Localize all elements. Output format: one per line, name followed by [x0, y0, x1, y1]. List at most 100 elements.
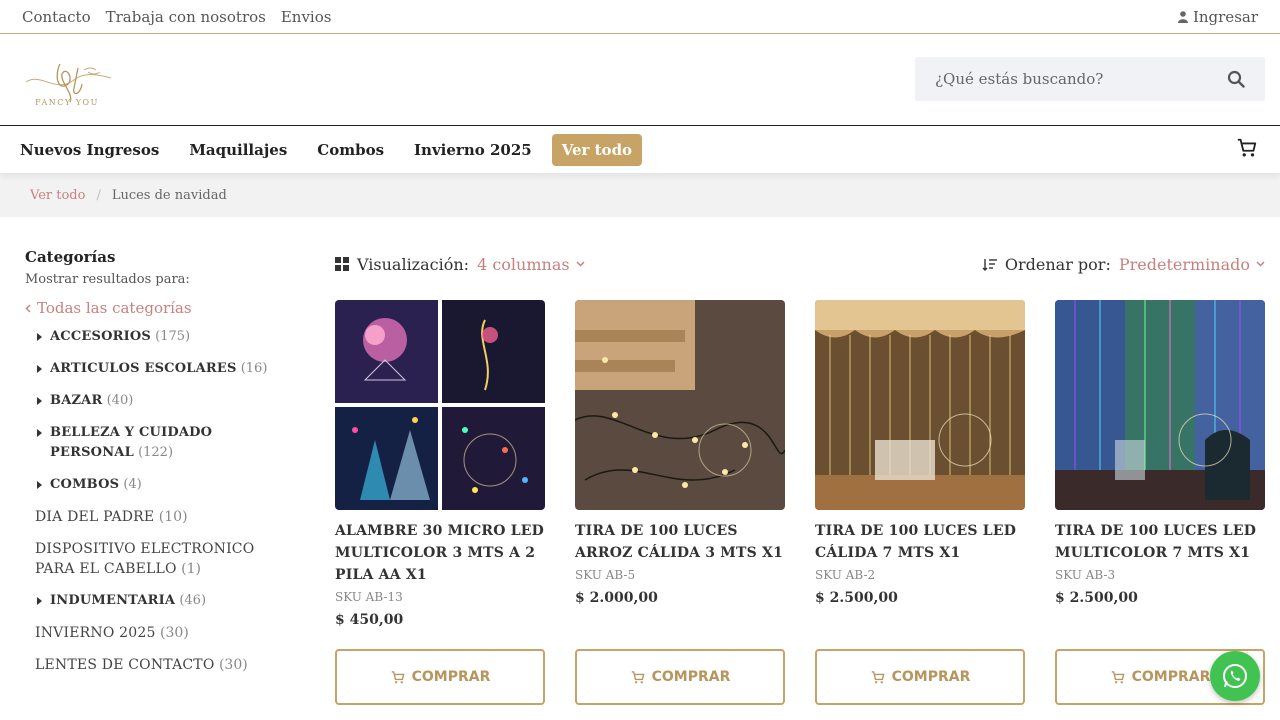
search-icon[interactable] [1227, 70, 1245, 88]
view-all-button[interactable]: Ver todo [551, 133, 643, 166]
search-box [915, 57, 1265, 101]
category-count: (46) [179, 593, 207, 608]
product-price: $ 2.500,00 [815, 590, 898, 606]
category-count: (122) [138, 445, 174, 460]
login-link[interactable]: Ingresar [1177, 7, 1258, 26]
product-price: $ 450,00 [335, 612, 404, 628]
cart-icon [1111, 670, 1125, 683]
login-label: Ingresar [1192, 7, 1258, 26]
breadcrumb-current: Luces de navidad [111, 187, 227, 203]
category-count: (1) [181, 561, 202, 577]
product-title[interactable]: TIRA DE 100 LUCES ARROZ CÁLIDA 3 MTS X1 [575, 520, 785, 564]
product-sku: SKU AB-3 [1055, 568, 1116, 582]
category-name: INDUMENTARIA [50, 593, 176, 608]
caret-right-icon[interactable] [25, 359, 50, 373]
product-image[interactable] [335, 300, 545, 510]
buy-button[interactable]: COMPRAR [335, 649, 545, 705]
sidebar-item-dispositivo[interactable]: DISPOSITIVO ELECTRONICO PARA EL CABELLO … [25, 539, 295, 579]
caret-right-icon[interactable] [25, 423, 50, 437]
product-sku: SKU AB-2 [815, 568, 876, 582]
nav-item-makeup[interactable]: Maquillajes [189, 141, 287, 159]
brand-logo[interactable]: FANCY YOU [16, 54, 118, 110]
product-sku: SKU AB-13 [335, 590, 403, 604]
product-title[interactable]: TIRA DE 100 LUCES LED CÁLIDA 7 MTS X1 [815, 520, 1025, 564]
breadcrumb-root-link[interactable]: Ver todo [30, 188, 85, 203]
shipping-link[interactable]: Envios [281, 8, 332, 26]
view-dropdown[interactable]: 4 columnas [477, 255, 585, 274]
sort-label: Ordenar por: [1004, 254, 1111, 274]
breadcrumb: Ver todo / Luces de navidad [0, 173, 1280, 217]
category-name: ARTICULOS ESCOLARES [50, 361, 237, 376]
caret-right-icon[interactable] [25, 327, 50, 341]
search-input[interactable] [935, 70, 1227, 88]
product-image[interactable] [575, 300, 785, 510]
product-toolbar: Visualización: 4 columnas Ordenar por: P… [335, 252, 1265, 276]
contact-link[interactable]: Contacto [22, 8, 91, 26]
category-count: (175) [155, 329, 191, 344]
buy-button-label: COMPRAR [651, 669, 731, 685]
sidebar-item-belleza[interactable]: BELLEZA Y CUIDADO PERSONAL (122) [25, 423, 295, 463]
sidebar-item-combos[interactable]: COMBOS (4) [25, 475, 295, 495]
category-count: (16) [240, 361, 268, 376]
user-icon [1177, 10, 1188, 23]
nav-item-combos[interactable]: Combos [317, 141, 384, 159]
buy-button-label: COMPRAR [1131, 669, 1211, 685]
category-name: DIA DEL PADRE [35, 509, 155, 525]
category-name: COMBOS [50, 477, 120, 492]
top-links: Contacto Trabaja con nosotros Envios [22, 8, 331, 26]
category-name: DISPOSITIVO ELECTRONICO PARA EL CABELLO [35, 541, 255, 577]
all-categories-link[interactable]: Todas las categorías [25, 299, 295, 317]
sort-selector: Ordenar por: Predeterminado [982, 255, 1265, 274]
product-image[interactable] [815, 300, 1025, 510]
caret-right-icon[interactable] [25, 475, 50, 489]
caret-right-icon[interactable] [25, 391, 50, 405]
category-count: (30) [218, 657, 248, 673]
category-count: (40) [106, 393, 134, 408]
product-title[interactable]: ALAMBRE 30 MICRO LED MULTICOLOR 3 MTS A … [335, 520, 545, 586]
product-price: $ 2.000,00 [575, 590, 658, 606]
sidebar-item-articulos-escolares[interactable]: ARTICULOS ESCOLARES (16) [25, 359, 295, 379]
sidebar-item-bazar[interactable]: BAZAR (40) [25, 391, 295, 411]
work-with-us-link[interactable]: Trabaja con nosotros [106, 8, 266, 26]
breadcrumb-separator: / [96, 187, 101, 203]
category-count: (30) [160, 625, 189, 641]
sidebar-item-dia-del-padre[interactable]: DIA DEL PADRE (10) [25, 507, 295, 527]
product-price: $ 2.500,00 [1055, 590, 1138, 606]
sort-dropdown[interactable]: Predeterminado [1119, 255, 1265, 274]
product-sku: SKU AB-5 [575, 568, 636, 582]
view-value: 4 columnas [477, 254, 570, 274]
chevron-down-icon [1256, 261, 1265, 267]
category-name: LENTES DE CONTACTO [35, 657, 215, 673]
category-name: BELLEZA Y CUIDADO PERSONAL [50, 425, 213, 460]
cart-icon [631, 670, 645, 683]
buy-button-label: COMPRAR [411, 669, 491, 685]
whatsapp-icon [1223, 663, 1247, 689]
product-title[interactable]: TIRA DE 100 LUCES LED MULTICOLOR 7 MTS X… [1055, 520, 1265, 564]
product-image[interactable] [1055, 300, 1265, 510]
buy-button[interactable]: COMPRAR [575, 649, 785, 705]
chevron-left-icon [25, 304, 31, 312]
category-count: (4) [123, 477, 142, 492]
sort-icon [982, 258, 997, 271]
sidebar-item-invierno[interactable]: INVIERNO 2025 (30) [25, 623, 295, 643]
buy-button-label: COMPRAR [891, 669, 971, 685]
main-nav: Nuevos Ingresos Maquillajes Combos Invie… [0, 126, 1280, 173]
buy-button[interactable]: COMPRAR [815, 649, 1025, 705]
category-name: BAZAR [50, 393, 103, 408]
caret-right-icon[interactable] [25, 591, 50, 605]
cart-icon[interactable] [1236, 137, 1258, 159]
sidebar-item-lentes[interactable]: LENTES DE CONTACTO (30) [25, 655, 295, 675]
all-categories-label: Todas las categorías [37, 299, 192, 317]
nav-item-new[interactable]: Nuevos Ingresos [20, 141, 159, 159]
sidebar-item-accesorios[interactable]: ACCESORIOS (175) [25, 327, 295, 347]
sidebar-note: Mostrar resultados para: [25, 272, 190, 287]
product-grid: ALAMBRE 30 MICRO LED MULTICOLOR 3 MTS A … [335, 300, 1265, 720]
category-sidebar: Categorías Mostrar resultados para: Toda… [25, 248, 295, 687]
sidebar-item-indumentaria[interactable]: INDUMENTARIA (46) [25, 591, 295, 611]
logo-text: FANCY YOU [35, 98, 99, 107]
view-selector: Visualización: 4 columnas [335, 255, 585, 274]
whatsapp-button[interactable] [1210, 651, 1260, 701]
nav-item-winter[interactable]: Invierno 2025 [414, 141, 532, 159]
category-count: (10) [158, 509, 188, 525]
sort-value: Predeterminado [1118, 254, 1250, 274]
